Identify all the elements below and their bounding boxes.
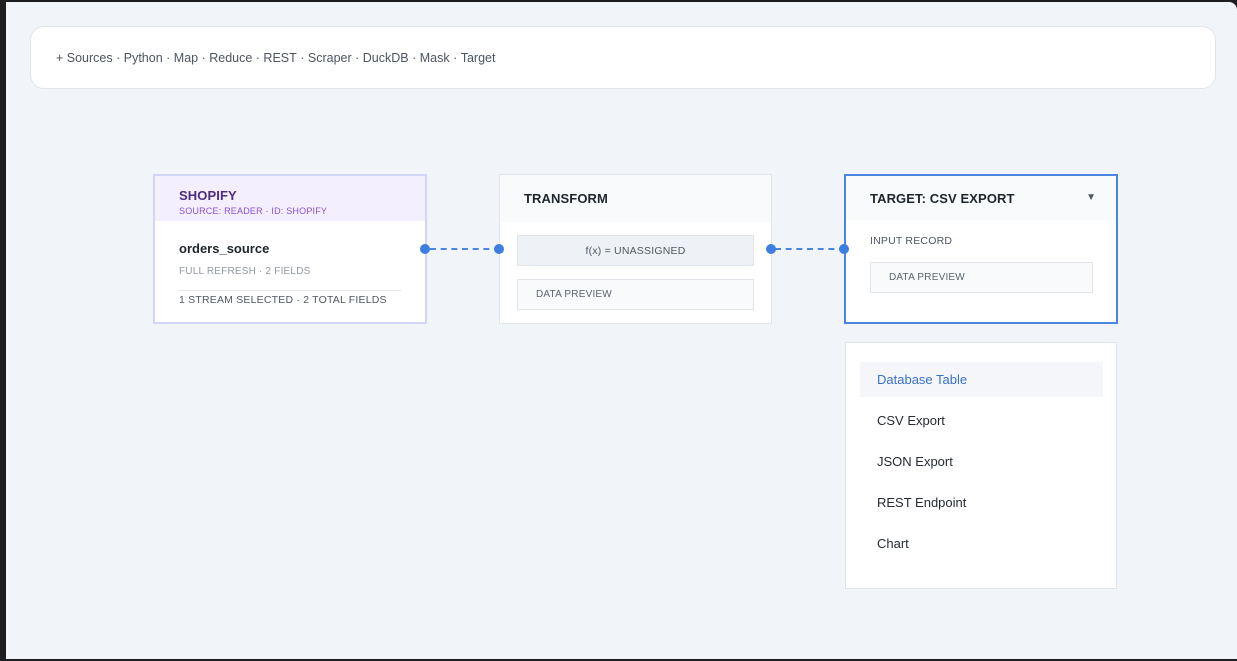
connector-transform-target	[775, 248, 845, 250]
palette-item-map[interactable]: Map	[174, 51, 198, 65]
transform-node[interactable]: TRANSFORM f(x) = UNASSIGNED DATA PREVIEW	[499, 174, 772, 324]
palette-item-target[interactable]: Target	[461, 51, 496, 65]
source-node-body: orders_source FULL REFRESH · 2 FIELDS 1 …	[155, 221, 425, 306]
dropdown-option-json-export[interactable]: JSON Export	[860, 444, 1103, 479]
palette-item-rest[interactable]: REST	[263, 51, 296, 65]
target-node[interactable]: TARGET: CSV EXPORT ▼ INPUT RECORD DATA P…	[844, 174, 1118, 324]
dropdown-option-database-table[interactable]: Database Table	[860, 362, 1103, 397]
palette-item-python[interactable]: Python	[124, 51, 163, 65]
palette-separator: ·	[449, 50, 461, 65]
palette-item-sources[interactable]: + Sources	[56, 51, 113, 65]
input-port-dot[interactable]	[839, 244, 849, 254]
dropdown-option-csv-export[interactable]: CSV Export	[860, 403, 1103, 438]
source-node-title: SHOPIFY	[179, 187, 237, 203]
function-assignment-box[interactable]: f(x) = UNASSIGNED	[517, 235, 754, 266]
source-node-header[interactable]: SHOPIFY SOURCE: READER · ID: SHOPIFY	[155, 176, 425, 221]
target-node-title: TARGET: CSV EXPORT	[870, 190, 1015, 206]
palette-item-duckdb[interactable]: DuckDB	[363, 51, 409, 65]
palette-item-scraper[interactable]: Scraper	[308, 51, 352, 65]
transform-node-header[interactable]: TRANSFORM	[500, 175, 771, 222]
chevron-down-icon[interactable]: ▼	[1086, 192, 1096, 203]
stream-meta: FULL REFRESH · 2 FIELDS	[179, 266, 311, 277]
stream-summary: 1 STREAM SELECTED · 2 TOTAL FIELDS	[179, 294, 387, 306]
target-data-preview[interactable]: DATA PREVIEW	[870, 262, 1093, 293]
source-node-subtitle: SOURCE: READER · ID: SHOPIFY	[179, 205, 328, 216]
palette-separator: ·	[252, 50, 264, 65]
transform-data-preview[interactable]: DATA PREVIEW	[517, 279, 754, 310]
output-port-dot[interactable]	[420, 244, 430, 254]
palette-item-reduce[interactable]: Reduce	[209, 51, 252, 65]
pipeline-canvas[interactable]: + Sources · Python · Map · Reduce · REST…	[6, 2, 1237, 659]
palette-separator: ·	[408, 50, 420, 65]
connector-source-transform	[430, 248, 500, 250]
palette-separator: ·	[296, 50, 308, 65]
input-port-dot[interactable]	[494, 244, 504, 254]
palette-separator: ·	[198, 50, 210, 65]
output-port-dot[interactable]	[766, 244, 776, 254]
source-node-shopify[interactable]: SHOPIFY SOURCE: READER · ID: SHOPIFY ord…	[153, 174, 427, 324]
palette-separator: ·	[162, 50, 174, 65]
dropdown-option-chart[interactable]: Chart	[860, 526, 1103, 561]
input-record-label: INPUT RECORD	[870, 235, 953, 247]
target-node-header[interactable]: TARGET: CSV EXPORT ▼	[846, 176, 1116, 220]
palette-separator: ·	[112, 50, 124, 65]
stream-name[interactable]: orders_source	[179, 241, 401, 256]
palette-separator: ·	[351, 50, 363, 65]
dropdown-option-rest-endpoint[interactable]: REST Endpoint	[860, 485, 1103, 520]
transform-node-title: TRANSFORM	[524, 191, 608, 206]
node-palette-toolbar: + Sources · Python · Map · Reduce · REST…	[30, 26, 1216, 89]
target-type-dropdown: Database Table CSV Export JSON Export RE…	[845, 342, 1117, 589]
palette-item-mask[interactable]: Mask	[420, 51, 450, 65]
divider	[179, 290, 401, 291]
